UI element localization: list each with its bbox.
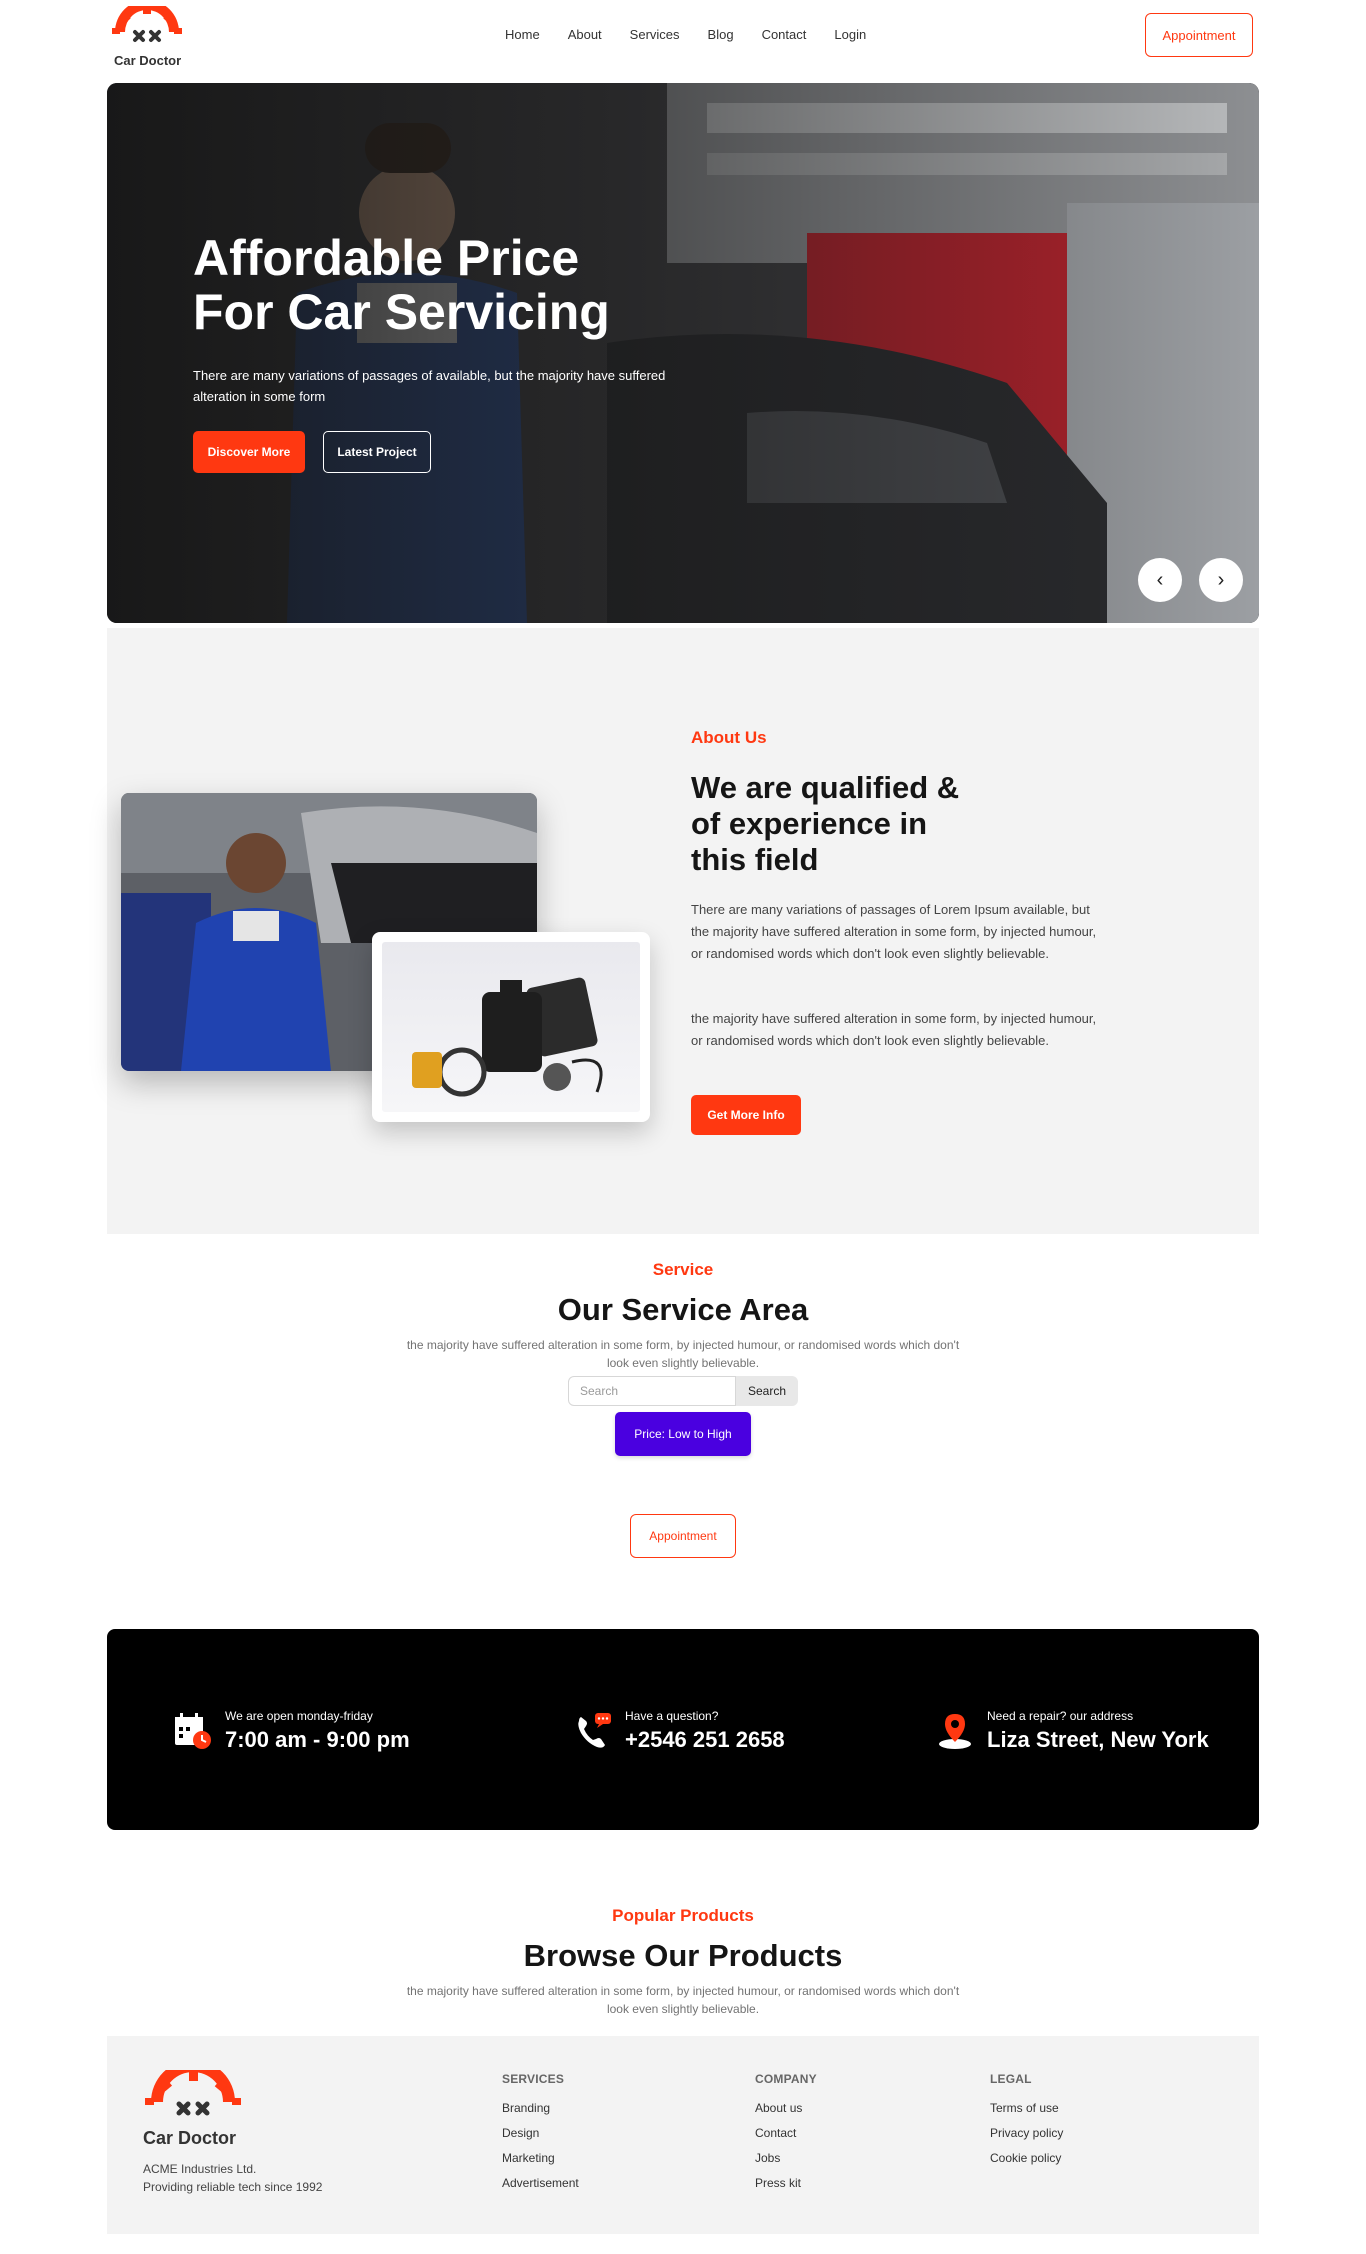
products-subtitle: Popular Products <box>0 1906 1366 1926</box>
parts-image <box>372 932 650 1122</box>
footer-company-heading: COMPANY <box>755 2072 817 2086</box>
discover-more-button[interactable]: Discover More <box>193 431 305 473</box>
car-doctor-logo[interactable]: Car Doctor <box>107 0 187 68</box>
gear-logo-icon <box>112 0 182 42</box>
search-button[interactable]: Search <box>736 1376 798 1406</box>
phone-chat-icon <box>578 1713 611 1748</box>
products-title: Browse Our Products <box>0 1938 1366 1974</box>
phone-info: Have a question? +2546 251 2658 <box>573 1709 785 1753</box>
footer-link-jobs[interactable]: Jobs <box>755 2146 817 2171</box>
nav-blog[interactable]: Blog <box>708 27 734 42</box>
products-subtitle-text: Popular Products <box>612 1906 754 1925</box>
chevron-left-icon: ‹ <box>1156 568 1164 591</box>
footer-link-marketing[interactable]: Marketing <box>502 2146 579 2171</box>
footer-company-info: ACME Industries Ltd. Providing reliable … <box>143 2160 322 2196</box>
footer-legal-heading: LEGAL <box>990 2072 1032 2086</box>
contact-info-bar: We are open monday-friday 7:00 am - 9:00… <box>107 1629 1259 1830</box>
hours-value: 7:00 am - 9:00 pm <box>225 1727 410 1752</box>
appointment-button-secondary[interactable]: Appointment <box>630 1514 736 1558</box>
footer-logo-icon[interactable] <box>143 2070 243 2130</box>
location-pin-icon <box>939 1714 971 1749</box>
appointment-button[interactable]: Appointment <box>1145 13 1253 57</box>
service-title: Our Service Area <box>0 1292 1366 1328</box>
footer-services-column: SERVICES Branding Design Marketing Adver… <box>502 2072 579 2196</box>
products-title-text: Browse Our Products <box>523 1938 843 1973</box>
latest-project-button[interactable]: Latest Project <box>323 431 431 473</box>
address-info: Need a repair? our address Liza Street, … <box>935 1709 1209 1753</box>
hours-label: We are open monday-friday <box>225 1709 373 1723</box>
chevron-right-icon: › <box>1217 568 1225 591</box>
footer-link-privacy[interactable]: Privacy policy <box>990 2121 1063 2146</box>
hero-banner: Affordable Price For Car Servicing There… <box>107 83 1259 623</box>
footer-link-press-kit[interactable]: Press kit <box>755 2171 817 2196</box>
nav-services[interactable]: Services <box>630 27 680 42</box>
footer-link-about[interactable]: About us <box>755 2096 817 2121</box>
hero-title-line1: Affordable Price <box>193 230 580 286</box>
search-input[interactable] <box>568 1376 736 1406</box>
footer-company-line2: Providing reliable tech since 1992 <box>143 2180 323 2194</box>
hero-title: Affordable Price For Car Servicing <box>193 231 713 339</box>
products-description: the majority have suffered alteration in… <box>0 1982 1366 2018</box>
navbar: Car Doctor Home About Services Blog Cont… <box>107 0 1259 72</box>
nav-home[interactable]: Home <box>505 27 540 42</box>
hero-title-line2: For Car Servicing <box>193 284 610 340</box>
products-description-text: the majority have suffered alteration in… <box>406 1984 960 2016</box>
logo-text: Car Doctor <box>114 53 182 68</box>
footer-link-terms[interactable]: Terms of use <box>990 2096 1063 2121</box>
footer-link-advertisement[interactable]: Advertisement <box>502 2171 579 2196</box>
sort-price-button[interactable]: Price: Low to High <box>615 1412 751 1456</box>
about-title: We are qualified & of experience in this… <box>691 770 960 877</box>
footer: Car Doctor ACME Industries Ltd. Providin… <box>107 2036 1259 2234</box>
footer-company-line1: ACME Industries Ltd. <box>143 2162 257 2176</box>
nav-login[interactable]: Login <box>834 27 866 42</box>
service-description: the majority have suffered alteration in… <box>0 1336 1366 1372</box>
footer-legal-column: LEGAL Terms of use Privacy policy Cookie… <box>990 2072 1063 2171</box>
next-slide-button[interactable]: › <box>1199 558 1243 602</box>
footer-link-cookie[interactable]: Cookie policy <box>990 2146 1063 2171</box>
about-paragraph-1: There are many variations of passages of… <box>691 902 1097 961</box>
service-subtitle-text: Service <box>652 1260 714 1279</box>
address-value: Liza Street, New York <box>987 1727 1209 1752</box>
about-section: About Us We are qualified & of experienc… <box>107 628 1259 1234</box>
nav-about[interactable]: About <box>568 27 602 42</box>
phone-label: Have a question? <box>625 1709 719 1723</box>
nav-contact[interactable]: Contact <box>762 27 807 42</box>
phone-value[interactable]: +2546 251 2658 <box>625 1727 785 1753</box>
address-label: Need a repair? our address <box>987 1709 1134 1723</box>
calendar-clock-icon <box>175 1713 211 1749</box>
service-search: Search <box>568 1376 798 1406</box>
prev-slide-button[interactable]: ‹ <box>1138 558 1182 602</box>
footer-link-design[interactable]: Design <box>502 2121 579 2146</box>
footer-brand-name: Car Doctor <box>143 2128 237 2148</box>
footer-link-contact[interactable]: Contact <box>755 2121 817 2146</box>
footer-company-column: COMPANY About us Contact Jobs Press kit <box>755 2072 817 2196</box>
about-subtitle: About Us <box>691 728 767 747</box>
service-subtitle: Service <box>0 1260 1366 1280</box>
service-description-text: the majority have suffered alteration in… <box>406 1338 960 1370</box>
get-more-info-button[interactable]: Get More Info <box>691 1095 801 1135</box>
footer-link-branding[interactable]: Branding <box>502 2096 579 2121</box>
service-title-text: Our Service Area <box>557 1292 809 1327</box>
hours-info: We are open monday-friday 7:00 am - 9:00… <box>173 1709 410 1753</box>
footer-services-heading: SERVICES <box>502 2072 565 2086</box>
hero-description: There are many variations of passages of… <box>193 368 666 404</box>
nav-links: Home About Services Blog Contact Login <box>505 27 894 42</box>
about-paragraph-2: the majority have suffered alteration in… <box>691 1011 1097 1048</box>
hero-overlay <box>107 83 1259 623</box>
